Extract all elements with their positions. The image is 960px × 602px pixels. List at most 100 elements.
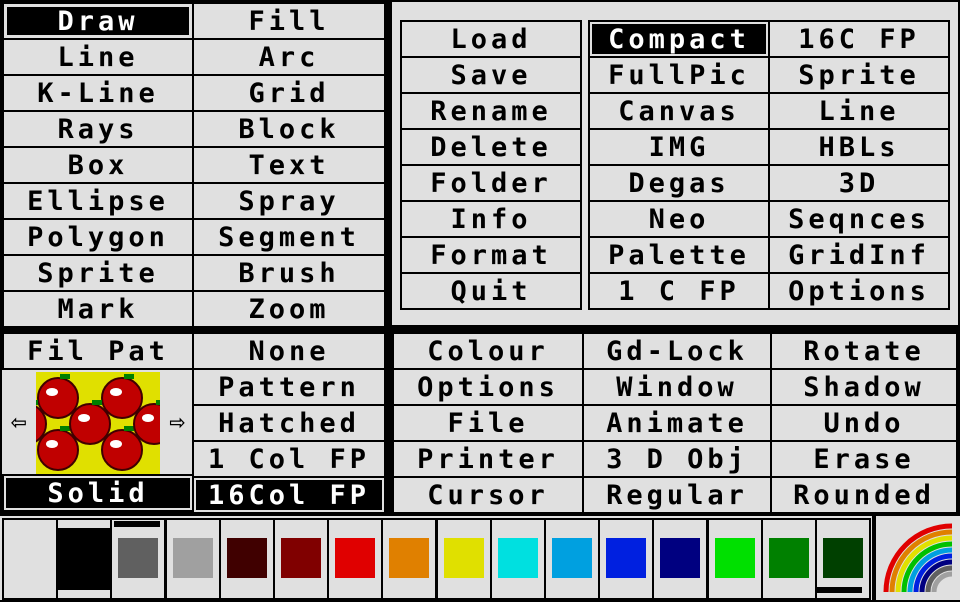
colour-swatch-15[interactable] <box>768 538 809 578</box>
colour-swatch-12[interactable] <box>606 538 647 578</box>
tool-arc[interactable]: Arc <box>192 38 386 76</box>
setting-rotate[interactable]: Rotate <box>770 332 958 370</box>
format2-hbls[interactable]: HBLs <box>768 128 950 166</box>
setting-animate[interactable]: Animate <box>582 404 772 442</box>
fill-option-pattern[interactable]: Pattern <box>192 368 386 406</box>
tool-segment[interactable]: Segment <box>192 218 386 256</box>
tool-polygon[interactable]: Polygon <box>2 218 194 256</box>
fill-option-16col-fp[interactable]: 16Col FP <box>192 476 386 514</box>
colour-swatch-8[interactable] <box>389 538 430 578</box>
format2-line[interactable]: Line <box>768 92 950 130</box>
setting-3-d-obj[interactable]: 3 D Obj <box>582 440 772 478</box>
file-save[interactable]: Save <box>400 56 582 94</box>
colour-swatch-5[interactable] <box>226 538 267 578</box>
tool-block[interactable]: Block <box>192 110 386 148</box>
setting-file[interactable]: File <box>392 404 584 442</box>
setting-erase[interactable]: Erase <box>770 440 958 478</box>
format2-options[interactable]: Options <box>768 272 950 310</box>
format2-16c-fp[interactable]: 16C FP <box>768 20 950 58</box>
palette-slot-13[interactable] <box>652 518 709 600</box>
file-info[interactable]: Info <box>400 200 582 238</box>
palette-slot-12[interactable] <box>598 518 655 600</box>
colour-swatch-1[interactable] <box>4 528 56 590</box>
palette-slot-11[interactable] <box>544 518 600 600</box>
format-img[interactable]: IMG <box>588 128 770 166</box>
palette-slot-10[interactable] <box>489 518 546 600</box>
palette-slot-15[interactable] <box>760 518 817 600</box>
tool-zoom[interactable]: Zoom <box>192 290 386 328</box>
palette-slot-7[interactable] <box>327 518 384 600</box>
pattern-fruit-highlight <box>110 388 122 396</box>
tool-mark[interactable]: Mark <box>2 290 194 328</box>
file-folder[interactable]: Folder <box>400 164 582 202</box>
setting-cursor[interactable]: Cursor <box>392 476 584 514</box>
colour-swatch-4[interactable] <box>172 538 213 578</box>
tool-fill[interactable]: Fill <box>192 2 386 40</box>
format-canvas[interactable]: Canvas <box>588 92 770 130</box>
palette-slot-14[interactable] <box>706 518 763 600</box>
file-load[interactable]: Load <box>400 20 582 58</box>
colour-swatch-3[interactable] <box>118 538 159 578</box>
format-fullpic[interactable]: FullPic <box>588 56 770 94</box>
palette-slot-2[interactable] <box>56 518 113 600</box>
palette-slot-9[interactable] <box>435 518 492 600</box>
file-quit[interactable]: Quit <box>400 272 582 310</box>
setting-rounded[interactable]: Rounded <box>770 476 958 514</box>
tool-text[interactable]: Text <box>192 146 386 184</box>
colour-swatch-2[interactable] <box>58 528 111 590</box>
palette-slot-1[interactable] <box>2 518 58 600</box>
tool-draw[interactable]: Draw <box>2 2 194 40</box>
format-compact[interactable]: Compact <box>588 20 770 58</box>
fill-solid-button[interactable]: Solid <box>2 474 194 512</box>
rainbow-icon[interactable] <box>878 518 958 598</box>
setting-colour[interactable]: Colour <box>392 332 584 370</box>
setting-options[interactable]: Options <box>392 368 584 406</box>
setting-regular[interactable]: Regular <box>582 476 772 514</box>
tool-grid[interactable]: Grid <box>192 74 386 112</box>
colour-swatch-14[interactable] <box>714 538 755 578</box>
file-format[interactable]: Format <box>400 236 582 274</box>
format-neo[interactable]: Neo <box>588 200 770 238</box>
colour-swatch-11[interactable] <box>552 538 592 578</box>
tool-sprite[interactable]: Sprite <box>2 254 194 292</box>
palette-slot-4[interactable] <box>164 518 221 600</box>
colour-swatch-9[interactable] <box>443 538 484 578</box>
format2-gridinf[interactable]: GridInf <box>768 236 950 274</box>
format2-sprite[interactable]: Sprite <box>768 56 950 94</box>
format2-seqnces[interactable]: Seqnces <box>768 200 950 238</box>
setting-shadow[interactable]: Shadow <box>770 368 958 406</box>
tool-box[interactable]: Box <box>2 146 194 184</box>
palette-slot-3[interactable] <box>110 518 167 600</box>
colour-swatch-16[interactable] <box>823 538 863 578</box>
pattern-next-arrow-icon[interactable]: ⇨ <box>162 372 192 472</box>
tool-line[interactable]: Line <box>2 38 194 76</box>
colour-swatch-6[interactable] <box>281 538 321 578</box>
colour-swatch-7[interactable] <box>335 538 376 578</box>
fill-option-1-col-fp[interactable]: 1 Col FP <box>192 440 386 478</box>
setting-undo[interactable]: Undo <box>770 404 958 442</box>
fill-option-hatched[interactable]: Hatched <box>192 404 386 442</box>
tool-spray[interactable]: Spray <box>192 182 386 220</box>
tool-rays[interactable]: Rays <box>2 110 194 148</box>
tool-brush[interactable]: Brush <box>192 254 386 292</box>
colour-swatch-10[interactable] <box>497 538 538 578</box>
palette-slot-6[interactable] <box>273 518 329 600</box>
format-degas[interactable]: Degas <box>588 164 770 202</box>
setting-window[interactable]: Window <box>582 368 772 406</box>
fill-option-none[interactable]: None <box>192 332 386 370</box>
format2-3d[interactable]: 3D <box>768 164 950 202</box>
format-1-c-fp[interactable]: 1 C FP <box>588 272 770 310</box>
palette-slot-8[interactable] <box>381 518 438 600</box>
pattern-fruit <box>101 377 143 419</box>
colour-swatch-13[interactable] <box>660 538 701 578</box>
tool-k-line[interactable]: K-Line <box>2 74 194 112</box>
palette-slot-5[interactable] <box>218 518 275 600</box>
pattern-fruit <box>69 403 111 445</box>
setting-gd-lock[interactable]: Gd-Lock <box>582 332 772 370</box>
pattern-prev-arrow-icon[interactable]: ⇦ <box>4 372 34 472</box>
file-rename[interactable]: Rename <box>400 92 582 130</box>
file-delete[interactable]: Delete <box>400 128 582 166</box>
format-palette[interactable]: Palette <box>588 236 770 274</box>
tool-ellipse[interactable]: Ellipse <box>2 182 194 220</box>
setting-printer[interactable]: Printer <box>392 440 584 478</box>
